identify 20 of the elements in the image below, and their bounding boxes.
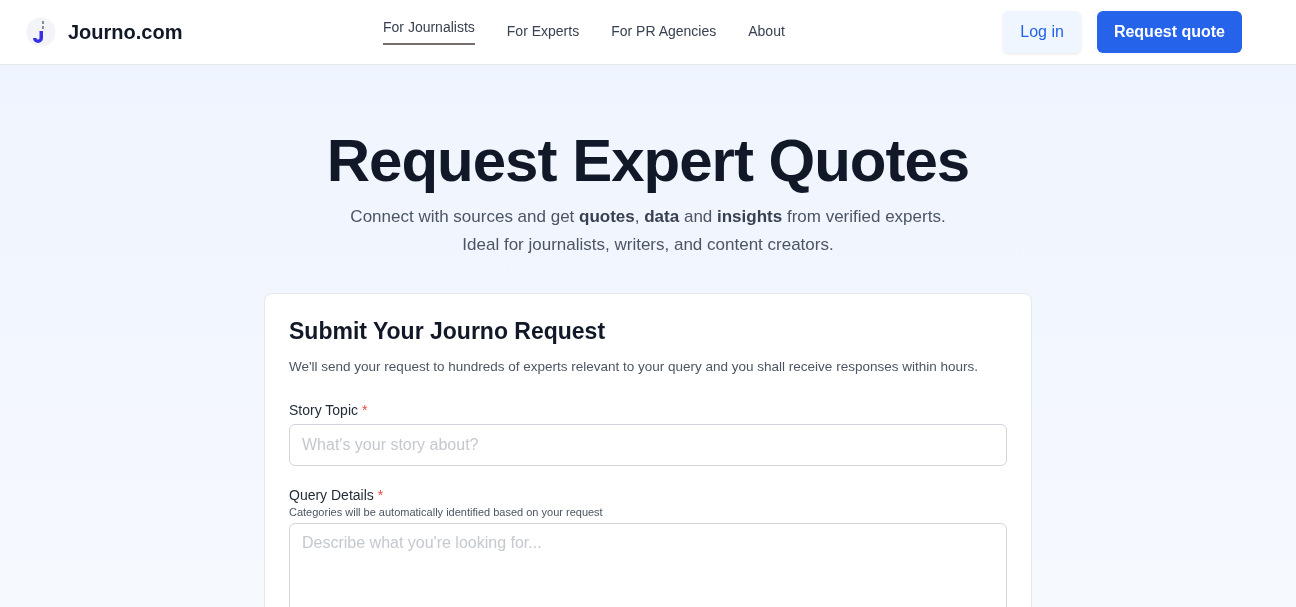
topic-field[interactable]: What's your story about? [289, 424, 1007, 466]
required-mark: * [377, 487, 384, 503]
required-mark: * [362, 402, 368, 418]
field-label: Story Topic [289, 402, 358, 418]
nav-link[interactable]: For PR Agencies [611, 19, 717, 45]
brand-name[interactable]: Journo.com [68, 20, 183, 44]
subtitle-text: Connect with sources and get quotes, data and insights from verified experts. [350, 206, 946, 228]
form-description: We'll send your request to hundreds of experts relevant to your query and you shall receive responses within hours. [289, 358, 979, 376]
logo-icon [26, 17, 56, 47]
details-field[interactable]: Describe what you're looking for... [289, 523, 1007, 607]
login-button[interactable]: Log in [1003, 11, 1081, 53]
form-title: Submit Your Journo Request [289, 318, 607, 345]
nav-link[interactable]: About [748, 19, 785, 45]
field-hint: Categories will be automatically identified based on your request [289, 506, 604, 518]
page-title: Request Expert Quotes [326, 126, 970, 196]
request-quote-button[interactable]: Request quote [1096, 11, 1242, 53]
subtitle-text: Ideal for journalists, writers, and content creators. [461, 234, 835, 256]
field-label: Query Details [289, 487, 374, 503]
nav-link[interactable]: For Journalists [383, 15, 475, 45]
nav-link[interactable]: For Experts [506, 19, 580, 45]
